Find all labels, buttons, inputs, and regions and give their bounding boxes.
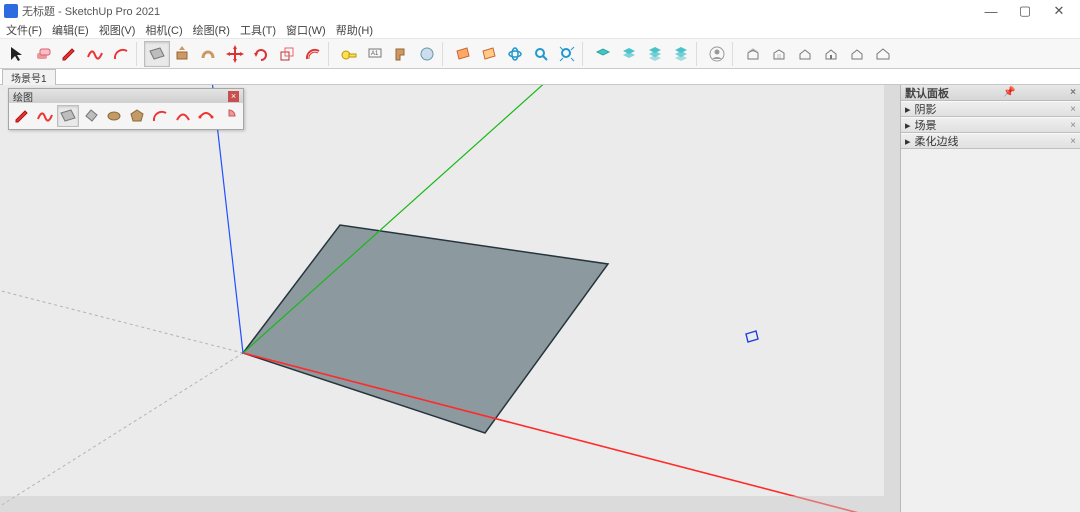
tool-layer-4[interactable] <box>668 41 694 67</box>
tool-zoom[interactable] <box>528 41 554 67</box>
tool-orbit[interactable] <box>502 41 528 67</box>
window-controls: — ▢ ✕ <box>974 1 1076 21</box>
tbx-polygon[interactable] <box>126 105 148 127</box>
tbx-pie[interactable] <box>218 105 240 127</box>
menu-draw[interactable]: 绘图(R) <box>193 22 230 38</box>
scene-tab-strip: 场景号1 <box>0 69 1080 85</box>
menu-bar: 文件(F) 编辑(E) 视图(V) 相机(C) 绘图(R) 工具(T) 窗口(W… <box>0 22 1080 39</box>
tray-panel-caret-icon: ▸ <box>905 119 911 132</box>
tbx-rectangle[interactable] <box>57 105 79 127</box>
tool-rotate[interactable] <box>248 41 274 67</box>
title-bar: 无标题 - SketchUp Pro 2021 — ▢ ✕ <box>0 0 1080 22</box>
tool-house-2[interactable] <box>818 41 844 67</box>
drawn-face[interactable] <box>243 225 608 433</box>
tool-house-3[interactable] <box>844 41 870 67</box>
close-button[interactable]: ✕ <box>1042 1 1076 21</box>
tool-layer-1[interactable] <box>590 41 616 67</box>
tool-style-sample[interactable] <box>414 41 440 67</box>
rectangle-cursor-icon <box>746 331 758 342</box>
tbx-2pt-arc[interactable] <box>172 105 194 127</box>
tray-panel-caret-icon: ▸ <box>905 103 911 116</box>
tool-select[interactable] <box>4 41 30 67</box>
menu-window[interactable]: 窗口(W) <box>286 22 326 38</box>
menu-edit[interactable]: 编辑(E) <box>52 22 89 38</box>
tool-push-pull[interactable] <box>170 41 196 67</box>
draw-toolbox-header[interactable]: 绘图 × <box>9 89 243 103</box>
tool-offset[interactable] <box>300 41 326 67</box>
tool-paint[interactable] <box>388 41 414 67</box>
tbx-rotated-rect[interactable] <box>80 105 102 127</box>
tray-panel-soften[interactable]: ▸ 柔化边线 × <box>901 133 1080 149</box>
tool-pencil[interactable] <box>56 41 82 67</box>
tool-layer-3[interactable] <box>642 41 668 67</box>
scene-tab-label: 场景号1 <box>11 70 47 85</box>
tool-account[interactable] <box>704 41 730 67</box>
tool-scale[interactable] <box>274 41 300 67</box>
menu-camera[interactable]: 相机(C) <box>145 22 182 38</box>
tbx-pencil[interactable] <box>11 105 33 127</box>
tray-panel-label: 场景 <box>915 117 937 133</box>
tool-house-1[interactable] <box>792 41 818 67</box>
viewport[interactable]: 绘图 × <box>0 85 900 512</box>
tbx-freehand[interactable] <box>34 105 56 127</box>
menu-file[interactable]: 文件(F) <box>6 22 42 38</box>
tool-freehand[interactable] <box>82 41 108 67</box>
viewport-scrollbar-v[interactable] <box>884 85 900 496</box>
tray-panel-close[interactable]: × <box>1070 136 1076 147</box>
viewport-scrollbar-h[interactable] <box>0 496 900 512</box>
tool-ext-warehouse[interactable] <box>766 41 792 67</box>
tray-title: 默认面板 <box>905 85 949 101</box>
tool-house-4[interactable] <box>870 41 896 67</box>
minimize-button[interactable]: — <box>974 1 1008 21</box>
tool-section-fill[interactable] <box>476 41 502 67</box>
tray-header[interactable]: 默认面板 📌 × <box>901 85 1080 101</box>
axis-red-neg <box>0 283 243 353</box>
window-title: 无标题 - SketchUp Pro 2021 <box>22 3 160 19</box>
main-area: 绘图 × 默认面板 📌 × ▸ 阴影 <box>0 85 1080 512</box>
menu-tools[interactable]: 工具(T) <box>240 22 276 38</box>
scene-tab[interactable]: 场景号1 <box>2 69 56 85</box>
tool-move[interactable] <box>222 41 248 67</box>
tray-panel-shadows[interactable]: ▸ 阴影 × <box>901 101 1080 117</box>
tool-section[interactable] <box>450 41 476 67</box>
draw-toolbox-title: 绘图 <box>13 89 33 104</box>
tool-3d-warehouse[interactable] <box>740 41 766 67</box>
svg-text:A1: A1 <box>371 51 379 57</box>
tool-eraser[interactable] <box>30 41 56 67</box>
tool-layer-2[interactable] <box>616 41 642 67</box>
viewport-canvas[interactable] <box>0 85 900 512</box>
menu-help[interactable]: 帮助(H) <box>336 22 373 38</box>
tray-panel-label: 柔化边线 <box>915 133 959 149</box>
default-tray: 默认面板 📌 × ▸ 阴影 × ▸ 场景 × ▸ 柔化边线 × <box>900 85 1080 512</box>
app-icon <box>4 4 18 18</box>
menu-view[interactable]: 视图(V) <box>99 22 136 38</box>
tbx-3pt-arc[interactable] <box>195 105 217 127</box>
draw-toolbox-close[interactable]: × <box>228 91 239 102</box>
tool-follow-me[interactable] <box>196 41 222 67</box>
tray-close-icon[interactable]: × <box>1070 87 1076 98</box>
tray-panel-close[interactable]: × <box>1070 120 1076 131</box>
main-toolbar: A1 <box>0 39 1080 69</box>
tool-zoom-extents[interactable] <box>554 41 580 67</box>
tbx-circle[interactable] <box>103 105 125 127</box>
tray-panel-caret-icon: ▸ <box>905 135 911 148</box>
tool-rectangle[interactable] <box>144 41 170 67</box>
tray-panel-close[interactable]: × <box>1070 104 1076 115</box>
tool-text[interactable]: A1 <box>362 41 388 67</box>
draw-toolbox[interactable]: 绘图 × <box>8 88 244 130</box>
tray-panel-scenes[interactable]: ▸ 场景 × <box>901 117 1080 133</box>
tool-arc[interactable] <box>108 41 134 67</box>
axis-green-neg <box>0 353 243 512</box>
tray-pin-icon[interactable]: 📌 <box>1003 87 1015 98</box>
tray-panel-label: 阴影 <box>915 101 937 117</box>
maximize-button[interactable]: ▢ <box>1008 1 1042 21</box>
tool-tape[interactable] <box>336 41 362 67</box>
tbx-arc[interactable] <box>149 105 171 127</box>
